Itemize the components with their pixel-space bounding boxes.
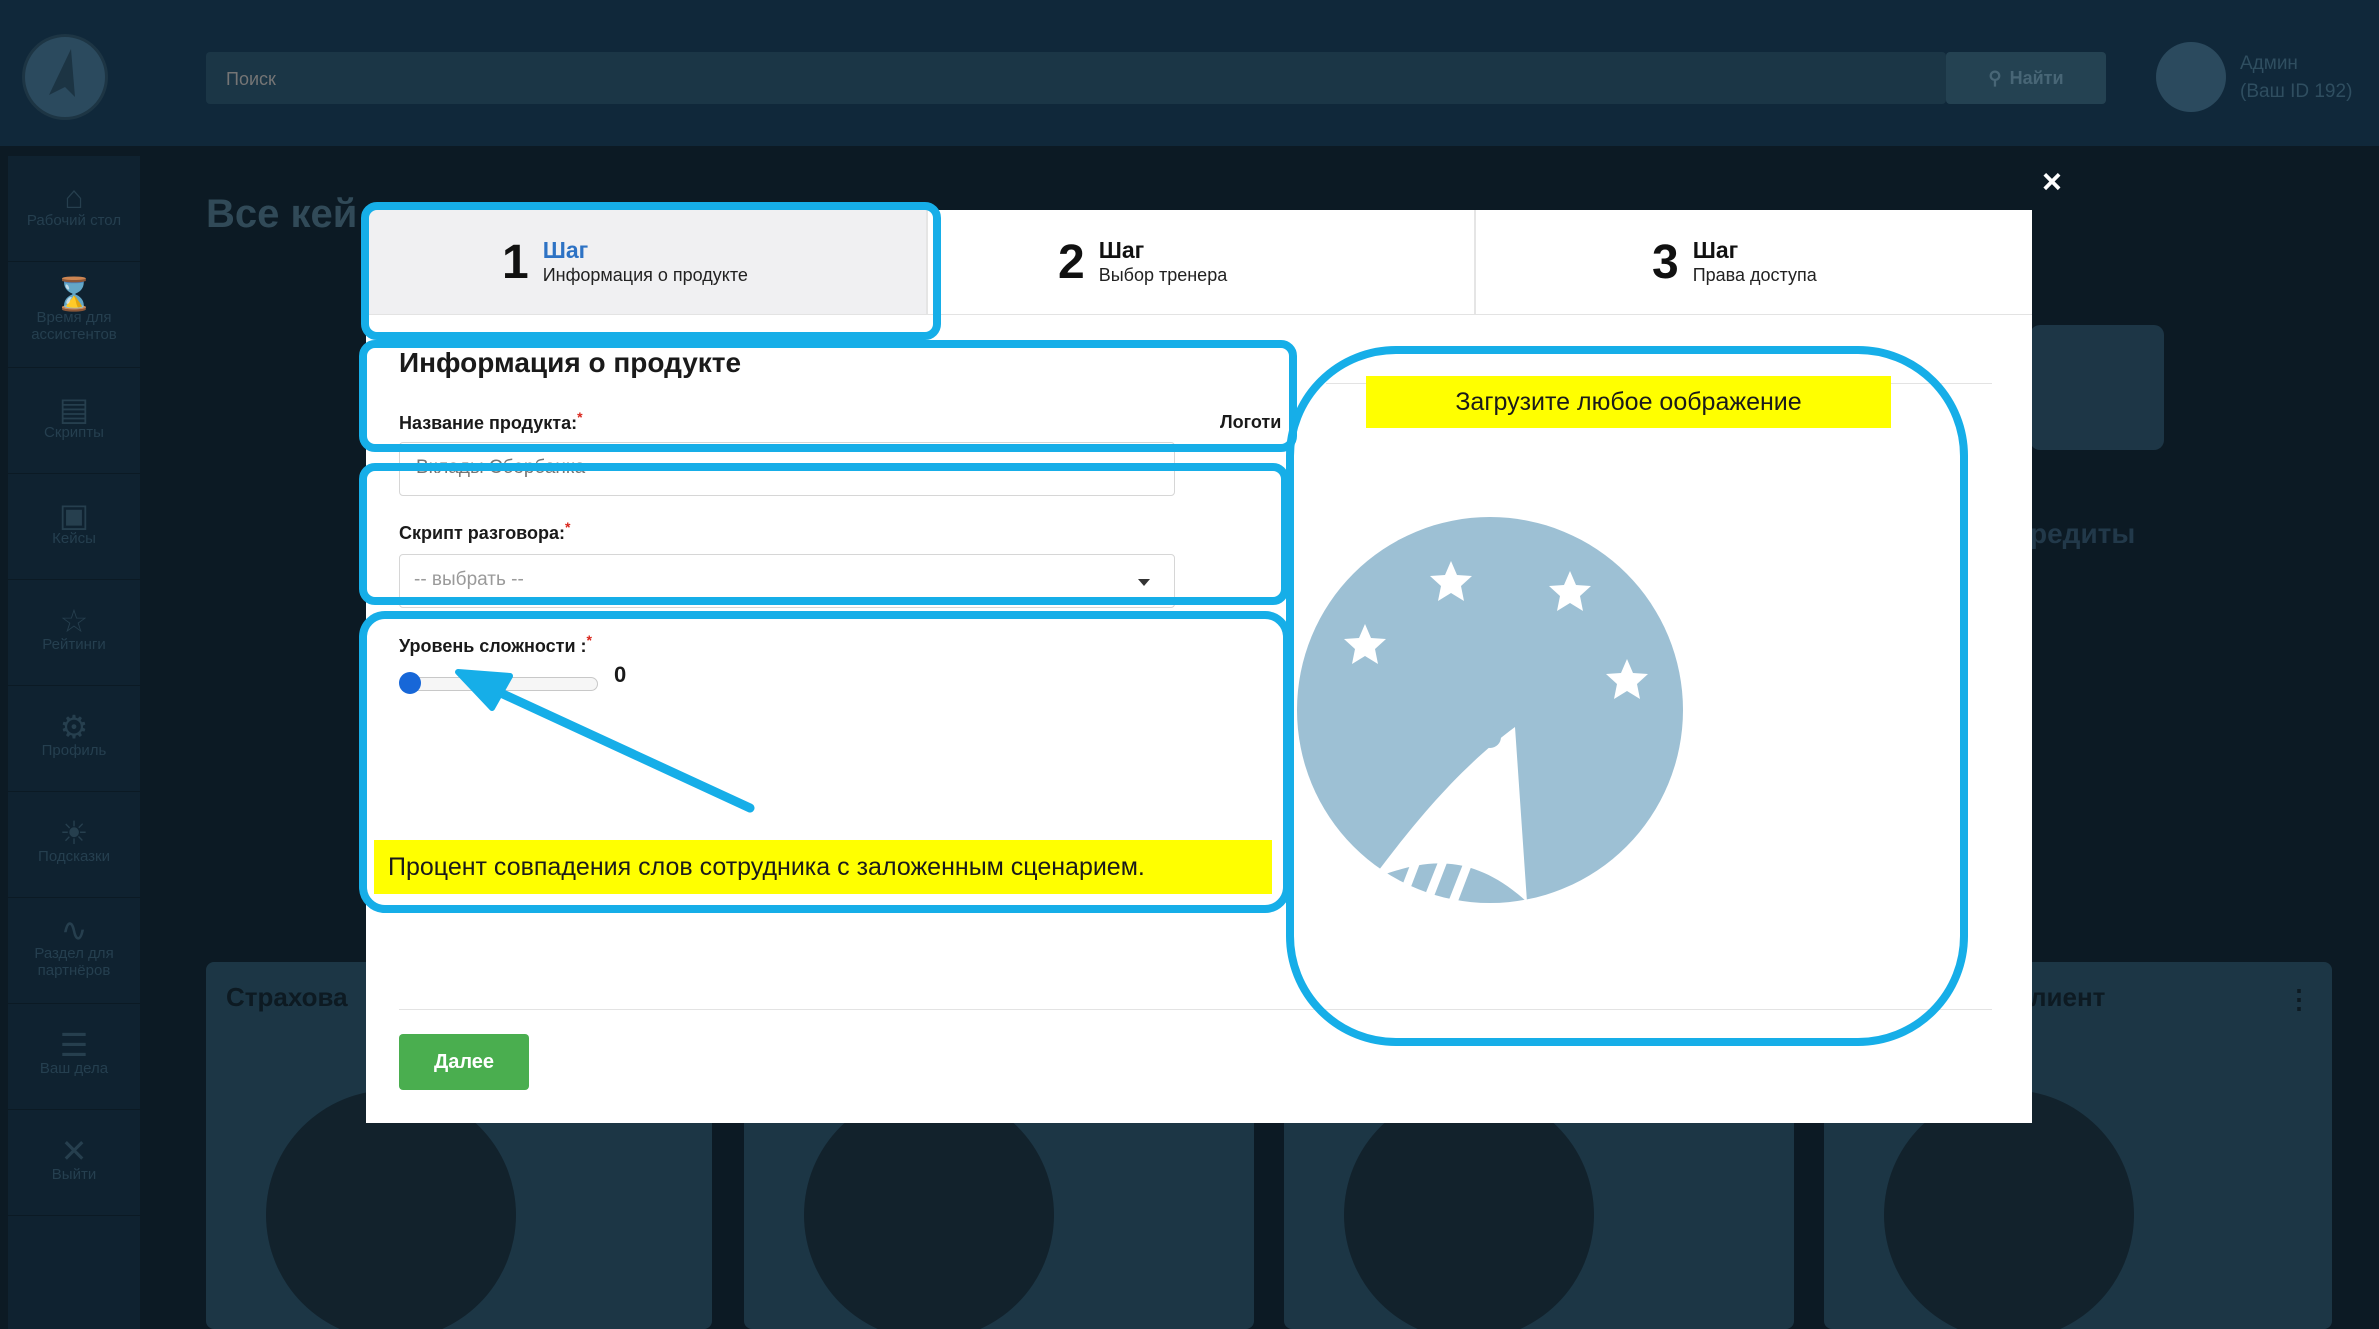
folder-icon	[2030, 325, 2164, 450]
sidebar-item-cases[interactable]: ▣ Кейсы	[8, 474, 140, 580]
briefcase-icon: ▣	[58, 496, 90, 533]
sidebar-item-time[interactable]: ⌛ Время для ассистентов	[8, 262, 140, 368]
chart-icon: ∿	[60, 912, 88, 948]
search-button-label: Найти	[2009, 67, 2064, 88]
step-subtitle: Права доступа	[1692, 265, 1817, 285]
trophy-icon: ☆	[59, 602, 89, 639]
sidebar-item-partners[interactable]: ∿ Раздел для партнёров	[8, 898, 140, 1004]
search-button[interactable]: ⚲ Найти	[1946, 52, 2106, 104]
sidebar-item-label: Кейсы	[52, 529, 96, 547]
step-3[interactable]: 3 Шаг Права доступа	[1476, 210, 2032, 314]
step-2[interactable]: 2 Шаг Выбор тренера	[928, 210, 1468, 314]
search-bar	[206, 52, 1946, 104]
sidebar-item-tasks[interactable]: ☰ Ваш дела	[8, 1004, 140, 1110]
step-number: 2	[1058, 235, 1085, 289]
page-title: Все кей	[206, 192, 358, 236]
user-id: (Ваш ID 192)	[2240, 81, 2353, 102]
search-input[interactable]	[224, 64, 1628, 94]
case-card-title: лиент	[2030, 982, 2106, 1012]
step-title: Шаг	[1692, 237, 1739, 263]
top-bar: ⚲ Найти Админ (Ваш ID 192)	[0, 0, 2379, 146]
sidebar-item-hints[interactable]: ☀ Подсказки	[8, 792, 140, 898]
highlight-logo-upload	[1286, 346, 1968, 1046]
highlight-script	[359, 463, 1289, 605]
highlight-step-1	[361, 202, 941, 340]
user-info: Админ (Ваш ID 192)	[2240, 50, 2352, 106]
step-number: 3	[1652, 235, 1679, 289]
sidebar-item-ratings[interactable]: ☆ Рейтинги	[8, 580, 140, 686]
case-card-logo	[266, 1090, 516, 1329]
close-icon: ✕	[60, 1132, 88, 1169]
case-card-logo	[1884, 1090, 2134, 1329]
sidebar-item-label: Рейтинги	[42, 635, 106, 653]
user-name: Админ	[2240, 53, 2298, 74]
modal-close-button[interactable]: ×	[2042, 163, 2062, 202]
sidebar: ⌂ Рабочий стол ⌛ Время для ассистентов ▤ Ск…	[8, 156, 140, 1329]
search-icon: ⚲	[1988, 67, 2002, 88]
bulb-icon: ☀	[59, 814, 89, 851]
sidebar-item-desktop[interactable]: ⌂ Рабочий стол	[8, 156, 140, 262]
more-icon[interactable]: ⋮	[2286, 984, 2312, 1015]
case-card-logo	[804, 1090, 1054, 1329]
home-icon: ⌂	[64, 178, 84, 215]
sidebar-item-label: Рабочий стол	[26, 211, 122, 229]
case-card-title: Страхова	[226, 982, 348, 1012]
sidebar-item-profile[interactable]: ⚙ Профиль	[8, 686, 140, 792]
list-icon: ☰	[59, 1026, 89, 1063]
step-title: Шаг	[1098, 237, 1145, 263]
case-card-logo	[1344, 1090, 1594, 1329]
next-button[interactable]: Далее	[399, 1034, 529, 1090]
highlight-product-name	[359, 340, 1297, 452]
sidebar-item-scripts[interactable]: ▤ Скрипты	[8, 368, 140, 474]
highlight-difficulty	[359, 611, 1291, 913]
sidebar-item-label: Профиль	[41, 741, 107, 759]
avatar[interactable]	[2156, 42, 2226, 112]
sidebar-item-label: Подсказки	[38, 847, 110, 865]
sidebar-item-logout[interactable]: ✕ Выйти	[8, 1110, 140, 1216]
sidebar-item-label: Ваш дела	[39, 1059, 109, 1077]
document-icon: ▤	[58, 390, 90, 427]
app-logo[interactable]	[22, 34, 108, 120]
sidebar-item-label: Скрипты	[44, 423, 104, 441]
gear-icon: ⚙	[59, 708, 89, 745]
sidebar-item-label: Время для ассистентов	[31, 309, 117, 343]
sidebar-item-label: Выйти	[51, 1165, 97, 1183]
hourglass-icon: ⌛	[54, 276, 94, 312]
step-subtitle: Выбор тренера	[1098, 265, 1228, 285]
category-credits-label: редиты	[2030, 518, 2136, 549]
sidebar-item-label: Раздел для партнёров	[34, 945, 114, 979]
